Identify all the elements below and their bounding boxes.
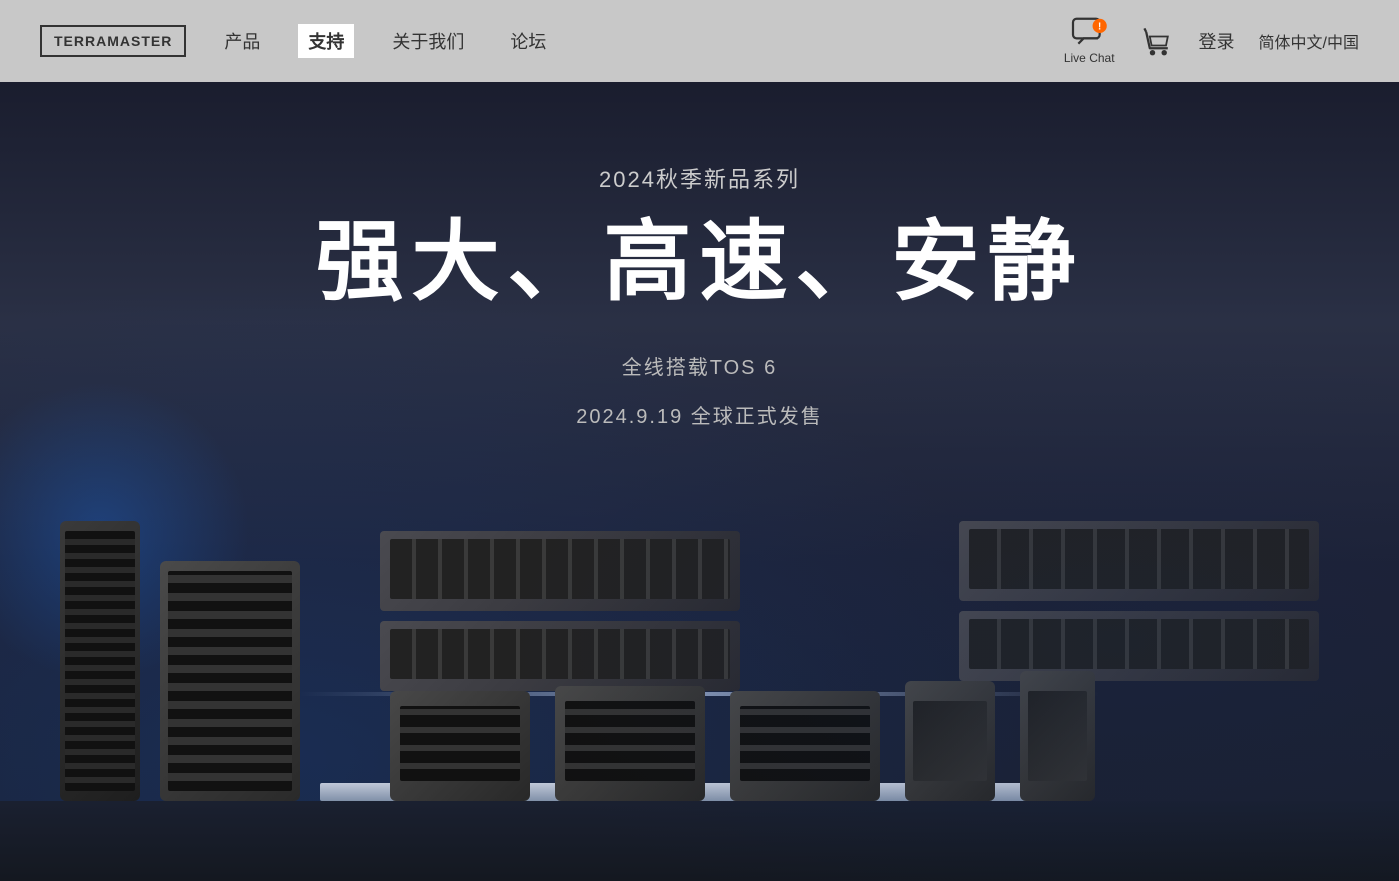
nav-item-forum[interactable]: 论坛 (502, 24, 554, 58)
product-tower-tall[interactable] (60, 521, 140, 801)
hero-date-line: 2024.9.19 全球正式发售 (315, 400, 1083, 429)
product-rack-2[interactable] (380, 621, 740, 691)
product-desktop-4[interactable] (905, 681, 995, 801)
product-rack-1[interactable] (380, 531, 740, 611)
product-desktop-2[interactable] (555, 686, 705, 801)
svg-text:!: ! (1098, 21, 1101, 32)
products-stage (0, 461, 1399, 881)
live-chat-button[interactable]: ! Live Chat (1064, 17, 1115, 65)
nav-item-support[interactable]: 支持 (298, 24, 354, 58)
product-rack-4[interactable] (959, 611, 1319, 681)
floor (0, 801, 1399, 881)
language-selector[interactable]: 简体中文/中国 (1259, 29, 1359, 53)
product-desktop-1[interactable] (390, 691, 530, 801)
nav-links: 产品 支持 关于我们 论坛 (216, 24, 554, 58)
live-chat-label: Live Chat (1064, 51, 1115, 65)
live-chat-icon: ! (1071, 17, 1107, 49)
cart-icon (1139, 23, 1175, 59)
hero-tos-line: 全线搭载TOS 6 (315, 351, 1083, 380)
product-tower-wide[interactable] (160, 561, 300, 801)
hero-title: 强大、高速、安静 (315, 214, 1083, 311)
navbar: TERRAMASTER 产品 支持 关于我们 论坛 ! Live Chat (0, 0, 1399, 82)
product-desktop-5[interactable] (1020, 671, 1095, 801)
hero-subtitle: 2024秋季新品系列 (315, 162, 1083, 194)
navbar-right: ! Live Chat 登录 简体中文/中国 (1064, 17, 1359, 65)
cart-button[interactable] (1139, 23, 1175, 59)
navbar-left: TERRAMASTER 产品 支持 关于我们 论坛 (40, 24, 1064, 58)
product-rack-3[interactable] (959, 521, 1319, 601)
logo[interactable]: TERRAMASTER (40, 25, 186, 57)
hero-text: 2024秋季新品系列 强大、高速、安静 全线搭载TOS 6 2024.9.19 … (315, 162, 1083, 429)
hero-section: 2024秋季新品系列 强大、高速、安静 全线搭载TOS 6 2024.9.19 … (0, 82, 1399, 881)
product-desktop-3[interactable] (730, 691, 880, 801)
login-button[interactable]: 登录 (1199, 28, 1235, 54)
nav-item-products[interactable]: 产品 (216, 24, 268, 58)
nav-item-about[interactable]: 关于我们 (384, 24, 472, 58)
